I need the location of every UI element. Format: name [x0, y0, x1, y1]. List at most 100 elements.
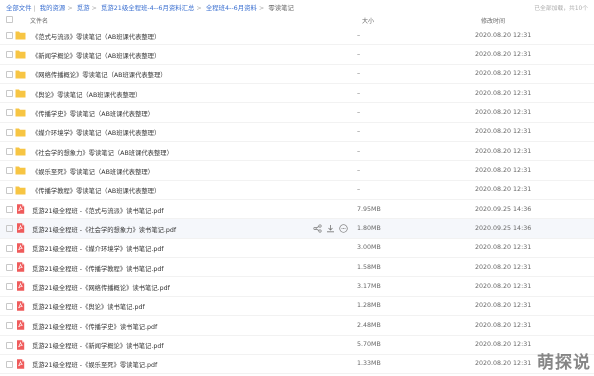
pdf-file-icon: [15, 301, 26, 311]
more-icon[interactable]: [339, 224, 348, 233]
file-size: –: [357, 128, 361, 136]
file-row[interactable]: 觅游21级全程班 -《传播学史》读书笔记.pdf 2.48MB 2020.08.20…: [0, 316, 594, 336]
watermark: 萌探说: [537, 353, 591, 373]
file-name[interactable]: 《传播学史》零读笔记（AB班课代表整理）: [32, 109, 154, 118]
modified-time: 2020.08.20 12:31: [475, 128, 532, 136]
file-size: 1.80MB: [357, 224, 381, 232]
row-checkbox[interactable]: [6, 360, 13, 368]
folder-icon: [15, 88, 26, 98]
file-name[interactable]: 《娱乐至死》零读笔记（AB班课代表整理）: [32, 167, 154, 176]
folder-row[interactable]: 《舆论》零读笔记（AB班课代表整理） – 2020.08.20 12:31: [0, 84, 594, 104]
pdf-file-icon: [15, 204, 26, 214]
modified-time: 2020.08.20 12:31: [475, 89, 532, 97]
breadcrumb-item-course-summary[interactable]: 觅游21级全程班-4--6月资料汇总: [101, 4, 194, 12]
file-row[interactable]: 觅游21级全程班 -《社会学的想象力》读书笔记.pdf 1.80MB 2020.09…: [0, 219, 594, 239]
file-size: 5.70MB: [357, 341, 381, 348]
row-checkbox[interactable]: [6, 264, 13, 272]
row-checkbox[interactable]: [6, 302, 13, 310]
file-row[interactable]: 觅游21级全程班 -《媒介环境学》读书笔记.pdf 3.00MB 2020.08.2…: [0, 239, 594, 259]
row-checkbox[interactable]: [6, 244, 13, 252]
file-name[interactable]: 觅游21级全程班 -《舆论》读书笔记.pdf: [32, 302, 145, 311]
file-size: 1.33MB: [357, 360, 381, 368]
file-name[interactable]: 觅游21级全程班 -《媒介环境学》读书笔记.pdf: [32, 244, 164, 253]
breadcrumb-item-my-resources[interactable]: 我的资源: [40, 4, 66, 12]
file-list-header: 文件名 大小 修改时间: [0, 14, 594, 26]
file-name[interactable]: 《范式与流派》零读笔记（AB班课代表整理）: [32, 32, 160, 41]
row-checkbox[interactable]: [6, 148, 13, 156]
row-checkbox[interactable]: [6, 90, 13, 98]
file-size: –: [357, 89, 361, 97]
file-name[interactable]: 觅游21级全程班 -《范式与流派》读书笔记.pdf: [32, 206, 164, 215]
pdf-file-icon: [15, 339, 26, 350]
breadcrumb-item-miyou[interactable]: 觅游: [77, 4, 90, 12]
folder-icon: [15, 146, 26, 156]
folder-row[interactable]: 《娱乐至死》零读笔记（AB班课代表整理） – 2020.08.20 12:31: [0, 161, 594, 181]
file-name[interactable]: 觅游21级全程班 -《网络传播概论》读书笔记.pdf: [32, 283, 170, 292]
file-size: –: [357, 147, 361, 155]
column-header-modified-time[interactable]: 修改时间: [481, 16, 505, 25]
breadcrumb-item-course-materials[interactable]: 全程班4--6月资料: [206, 4, 257, 12]
file-row[interactable]: 觅游21级全程班 -《娱乐至死》零读笔记.pdf 1.33MB 2020.08.20…: [0, 355, 594, 375]
row-checkbox[interactable]: [6, 70, 13, 78]
modified-time: 2020.08.20 12:31: [475, 70, 532, 78]
column-header-name[interactable]: 文件名: [30, 16, 48, 25]
folder-row[interactable]: 《传播学教程》零读笔记（AB班课代表整理） – 2020.08.20 12:31: [0, 181, 594, 201]
folder-row[interactable]: 《传播学史》零读笔记（AB班课代表整理） – 2020.08.20 12:31: [0, 103, 594, 123]
pdf-file-icon: [15, 320, 26, 330]
file-name[interactable]: 《社会学的想象力》零读笔记（AB班课代表整理）: [32, 148, 173, 157]
file-row[interactable]: 觅游21级全程班 -《范式与流派》读书笔记.pdf 7.95MB 2020.09.2…: [0, 200, 594, 220]
file-size: –: [357, 166, 361, 174]
column-header-size[interactable]: 大小: [362, 16, 374, 25]
modified-time: 2020.09.25 14:36: [475, 205, 532, 213]
file-name[interactable]: 《媒介环境学》零读笔记（AB班课代表整理）: [32, 128, 160, 137]
file-name[interactable]: 觅游21级全程班 -《新闻学概论》读书笔记.pdf: [32, 341, 164, 350]
select-all-checkbox[interactable]: [6, 16, 13, 23]
row-checkbox[interactable]: [6, 341, 13, 349]
file-name[interactable]: 觅游21级全程班 -《社会学的想象力》读书笔记.pdf: [32, 225, 176, 234]
row-checkbox[interactable]: [6, 167, 13, 175]
row-checkbox[interactable]: [6, 51, 13, 59]
share-icon[interactable]: [313, 224, 322, 233]
row-checkbox[interactable]: [6, 109, 13, 117]
row-checkbox[interactable]: [6, 206, 13, 214]
file-size: 3.00MB: [357, 244, 381, 252]
folder-icon: [15, 127, 26, 137]
file-name[interactable]: 《新闻学概论》零读笔记（AB班课代表整理）: [32, 51, 160, 60]
modified-time: 2020.08.20 12:31: [475, 341, 532, 348]
row-checkbox[interactable]: [6, 322, 13, 330]
modified-time: 2020.09.25 14:36: [475, 224, 532, 232]
folder-row[interactable]: 《范式与流派》零读笔记（AB班课代表整理） – 2020.08.20 12:31: [0, 26, 594, 46]
file-row[interactable]: 觅游21级全程班 -《新闻学概论》读书笔记.pdf 5.70MB 2020.08.2…: [0, 336, 594, 355]
folder-row[interactable]: 《社会学的想象力》零读笔记（AB班课代表整理） – 2020.08.20 12:31: [0, 142, 594, 162]
row-checkbox[interactable]: [6, 32, 13, 39]
file-name[interactable]: 觅游21级全程班 -《娱乐至死》零读笔记.pdf: [32, 360, 157, 369]
modified-time: 2020.08.20 12:31: [475, 360, 532, 368]
folder-row[interactable]: 《网络传播概论》零读笔记（AB班课代表整理） – 2020.08.20 12:31: [0, 65, 594, 85]
download-icon[interactable]: [326, 224, 335, 233]
file-list: 《范式与流派》零读笔记（AB班课代表整理） –2020.08.20 12:31 《新…: [0, 26, 594, 375]
row-checkbox[interactable]: [6, 225, 13, 233]
file-name[interactable]: 觅游21级全程班 -《传播学教程》读书笔记.pdf: [32, 264, 164, 273]
file-size: 1.58MB: [357, 263, 381, 271]
file-size: 1.28MB: [357, 302, 381, 310]
file-name[interactable]: 《传播学教程》零读笔记（AB班课代表整理）: [32, 186, 160, 195]
breadcrumb-item-all-files[interactable]: 全部文件: [6, 4, 32, 12]
folder-row[interactable]: 《媒介环境学》零读笔记（AB班课代表整理） – 2020.08.20 12:31: [0, 123, 594, 143]
modified-time: 2020.08.20 12:31: [475, 302, 532, 310]
breadcrumb: 全部文件 | 我的资源 > 觅游 > 觅游21级全程班-4--6月资料汇总 > 全程班4…: [6, 4, 294, 12]
row-checkbox[interactable]: [6, 186, 13, 194]
row-actions: [313, 224, 348, 233]
file-name[interactable]: 觅游21级全程班 -《传播学史》读书笔记.pdf: [32, 322, 157, 331]
file-row[interactable]: 觅游21级全程班 -《传播学教程》读书笔记.pdf 1.58MB 2020.08.2…: [0, 258, 594, 278]
folder-row[interactable]: 《新闻学概论》零读笔记（AB班课代表整理） – 2020.08.20 12:31: [0, 45, 594, 65]
file-name[interactable]: 《网络传播概论》零读笔记（AB班课代表整理）: [32, 70, 167, 79]
modified-time: 2020.08.20 12:31: [475, 166, 532, 174]
row-checkbox[interactable]: [6, 128, 13, 136]
modified-time: 2020.08.20 12:31: [475, 50, 532, 58]
file-size: 2.48MB: [357, 321, 381, 329]
pdf-file-icon: [15, 243, 26, 253]
file-row[interactable]: 觅游21级全程班 -《舆论》读书笔记.pdf 1.28MB 2020.08.20 1…: [0, 297, 594, 317]
row-checkbox[interactable]: [6, 283, 13, 291]
file-row[interactable]: 觅游21级全程班 -《网络传播概论》读书笔记.pdf 3.17MB 2020.08.…: [0, 277, 594, 297]
file-name[interactable]: 《舆论》零读笔记（AB班课代表整理）: [32, 90, 141, 99]
